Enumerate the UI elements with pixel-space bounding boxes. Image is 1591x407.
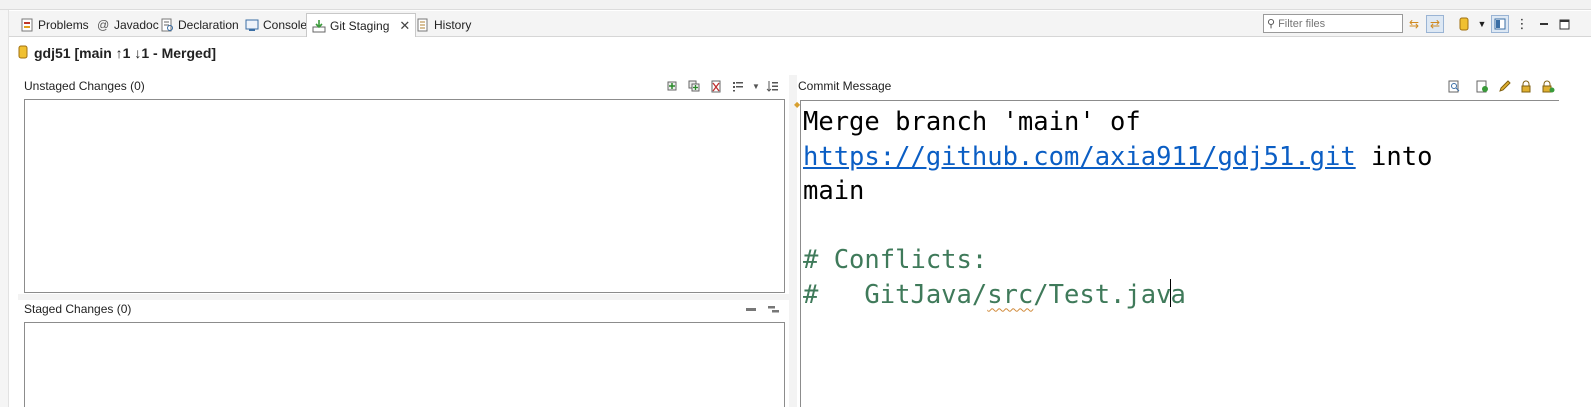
tab-label: Javadoc — [114, 18, 159, 32]
history-icon — [416, 18, 430, 32]
commit-template-icon[interactable] — [1474, 78, 1490, 94]
horizontal-sash[interactable] — [18, 294, 789, 300]
commit-line-conflicts: # Conflicts: — [803, 245, 988, 275]
conflict-mid: /Test.jav — [1033, 279, 1172, 310]
problems-icon — [20, 18, 34, 32]
tab-console[interactable]: Console — [240, 14, 312, 36]
view-menu-icon[interactable]: ⋮ — [1513, 15, 1531, 33]
left-trim — [0, 10, 9, 407]
chevron-down-icon[interactable]: ▼ — [748, 78, 764, 94]
repository-title-text: gdj51 [main ↑1 ↓1 - Merged] — [34, 45, 217, 61]
repository-icon[interactable] — [1455, 15, 1473, 33]
staged-header: Staged Changes (0) — [24, 302, 132, 316]
tab-declaration[interactable]: Declaration — [155, 14, 244, 36]
view-tab-bar: Problems @ Javadoc Declaration Console G… — [9, 11, 1591, 37]
spell-check-icon[interactable] — [1446, 78, 1462, 94]
filter-files-field[interactable]: ⚲ — [1263, 14, 1403, 33]
unstaged-header: Unstaged Changes (0) — [24, 79, 145, 93]
commit-line-2-text: into — [1355, 141, 1433, 172]
declaration-icon — [160, 18, 174, 32]
add-all-icon[interactable] — [686, 78, 702, 94]
commit-line-conflict-file: # GitJava/src/Test.java — [803, 278, 1559, 313]
conflict-prefix: # GitJava/ — [803, 279, 988, 310]
unstage-all-icon[interactable] — [765, 301, 781, 317]
close-tab-icon[interactable]: ✕ — [399, 18, 410, 34]
console-icon — [245, 18, 259, 32]
commit-line-1: Merge branch 'main' of — [803, 107, 1141, 137]
compare-mode-icon[interactable]: ⇄ — [1426, 15, 1444, 33]
minimize-icon[interactable] — [1535, 15, 1553, 33]
search-icon: ⚲ — [1267, 18, 1276, 30]
commit-line-3: main — [803, 176, 865, 206]
sort-icon[interactable] — [764, 78, 780, 94]
filter-files-input[interactable] — [1278, 17, 1399, 30]
tab-label: History — [434, 18, 472, 32]
vertical-sash[interactable] — [789, 75, 797, 407]
commit-line-blank — [803, 209, 1559, 244]
unstaged-changes-list[interactable] — [24, 99, 785, 293]
edit-icon[interactable] — [1496, 78, 1512, 94]
tab-label: Declaration — [178, 18, 239, 32]
remote-url-link[interactable]: https://github.com/axia911/gdj51.git — [803, 142, 1356, 172]
tab-problems[interactable]: Problems — [15, 14, 94, 36]
commit-line-2: https://github.com/axia911/gdj51.git int… — [803, 140, 1559, 175]
lock-icon[interactable] — [1518, 78, 1534, 94]
tab-history[interactable]: History — [411, 14, 476, 36]
spelling-warning: src — [987, 279, 1034, 310]
conflict-end: a — [1170, 279, 1186, 310]
tab-label: Git Staging — [330, 18, 390, 33]
tab-label: Problems — [38, 18, 89, 32]
chevron-down-icon[interactable]: ▼ — [1473, 15, 1491, 33]
tab-git-staging[interactable]: Git Staging ✕ — [306, 13, 417, 37]
repository-title: gdj51 [main ↑1 ↓1 - Merged] — [18, 43, 216, 63]
unstage-icon[interactable] — [743, 301, 759, 317]
signed-off-icon[interactable] — [1540, 78, 1556, 94]
remove-from-index-icon[interactable] — [708, 78, 724, 94]
commit-message-editor[interactable]: Merge branch 'main' of https://github.co… — [800, 100, 1559, 407]
javadoc-icon: @ — [96, 18, 110, 32]
add-icon[interactable] — [664, 78, 680, 94]
staged-changes-list[interactable] — [24, 322, 785, 407]
git-staging-icon — [312, 19, 326, 33]
maximize-icon[interactable] — [1555, 15, 1573, 33]
window-top-strip — [0, 0, 1591, 10]
layout-icon[interactable] — [1491, 15, 1509, 33]
repository-icon — [18, 45, 28, 62]
change-marker-icon: ◆ — [794, 100, 801, 109]
link-with-selection-icon[interactable]: ⇆ — [1405, 15, 1423, 33]
commit-message-header: Commit Message — [798, 79, 892, 93]
tab-label: Console — [263, 18, 308, 32]
presentation-list-icon[interactable] — [730, 78, 746, 94]
tab-javadoc[interactable]: @ Javadoc — [91, 14, 164, 36]
